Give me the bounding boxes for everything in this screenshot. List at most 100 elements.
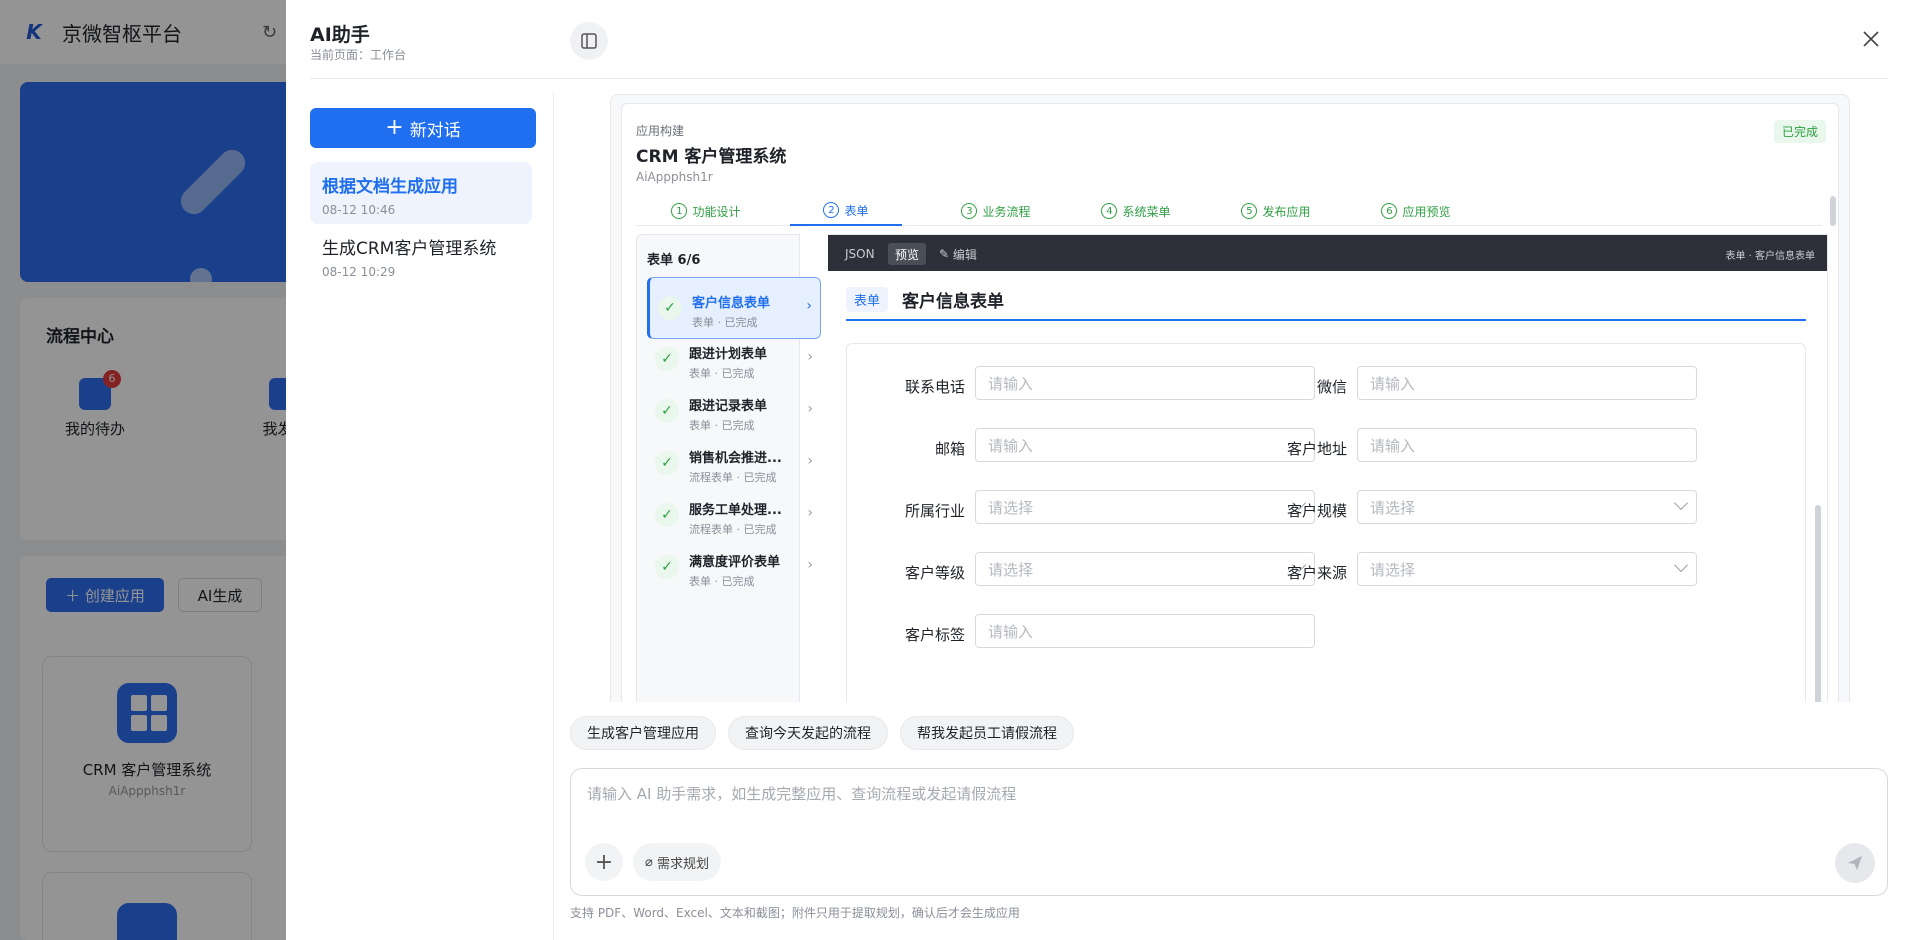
attach-button[interactable]: +	[585, 843, 623, 881]
composer-hint: 支持 PDF、Word、Excel、文本和截图；附件只用于提取规划，确认后才会生…	[570, 906, 1020, 920]
form-meta: 流程表单 · 已完成	[689, 523, 777, 536]
chevron-right-icon: ›	[806, 298, 812, 314]
form-preview-panel: JSON 预览 ✎ 编辑 表单 · 客户信息表单 表单 客户信息表单 联系电话 …	[828, 234, 1828, 702]
new-chat-button[interactable]: + 新对话	[310, 108, 536, 148]
tab-preview[interactable]: 预览	[888, 243, 927, 265]
form-list-item[interactable]: ✓ 满意度评价表单 表单 · 已完成 ›	[647, 537, 821, 599]
build-tag: 应用构建	[636, 124, 685, 138]
wechat-field[interactable]: 请输入	[1357, 366, 1697, 400]
sidebar-toggle-icon	[581, 33, 597, 49]
field-label: 联系电话	[904, 378, 965, 396]
step-label: 功能设计	[692, 204, 741, 219]
select-placeholder: 请选择	[988, 560, 1034, 579]
ai-assistant-drawer: AI助手 当前页面：工作台 + 新对话 根据文档生成应用 08-12 10:46…	[286, 0, 1912, 940]
drawer-subtitle: 当前页面：工作台	[310, 48, 407, 62]
forms-list: 表单 6/6 ✓ 客户信息表单 表单 · 已完成 › ✓ 跟进计划表单 表单 · 已完成 ›…	[636, 234, 821, 702]
prompt-input[interactable]	[587, 783, 1787, 813]
step-workflow[interactable]: 3 业务流程	[926, 196, 1066, 226]
step-number: 4	[1101, 203, 1118, 219]
form-name: 跟进记录表单	[689, 399, 768, 414]
chevron-down-icon	[1673, 495, 1689, 511]
send-button[interactable]	[1835, 843, 1875, 883]
field-label: 客户地址	[1286, 440, 1347, 458]
step-publish[interactable]: 5 发布应用	[1206, 196, 1346, 226]
conversation-time: 08-12 10:29	[322, 265, 396, 279]
send-icon	[1848, 856, 1862, 870]
plan-label: 需求规划	[656, 856, 709, 872]
address-field[interactable]: 请输入	[1357, 428, 1697, 462]
close-icon	[1863, 31, 1879, 47]
plus-icon: +	[594, 849, 614, 875]
form-header: 表单 客户信息表单	[846, 287, 1806, 321]
form-meta: 流程表单 · 已完成	[689, 471, 777, 484]
tab-edit-label: 编辑	[952, 247, 977, 262]
select-placeholder: 请选择	[1370, 498, 1416, 517]
form-type-label: 表单	[846, 287, 889, 312]
sidebar-toggle-button[interactable]	[570, 22, 608, 60]
app-build-card: 应用构建 CRM 客户管理系统 AiAppphsh1r 已完成 1 功能设计 2表…	[621, 103, 1839, 702]
chat-area[interactable]: 应用构建 CRM 客户管理系统 AiAppphsh1r 已完成 1 功能设计 2表…	[566, 92, 1888, 702]
chevron-down-icon	[1673, 557, 1689, 573]
form-meta: 表单 · 已完成	[692, 316, 758, 329]
form-name: 销售机会推进...	[689, 451, 782, 466]
check-icon: ✓	[655, 399, 679, 423]
suggestion-chip[interactable]: 生成客户管理应用	[570, 716, 716, 750]
forms-count: 表单 6/6	[647, 253, 701, 268]
suggestion-chip[interactable]: 查询今天发起的流程	[728, 716, 888, 750]
chevron-right-icon: ›	[807, 557, 813, 573]
step-preview[interactable]: 6 应用预览	[1346, 196, 1486, 226]
field-label: 邮箱	[934, 440, 965, 458]
conversation-item[interactable]: 根据文档生成应用 08-12 10:46	[310, 162, 532, 224]
step-number: 5	[1241, 203, 1258, 219]
step-label: 发布应用	[1262, 204, 1311, 219]
form-name: 服务工单处理...	[689, 503, 782, 518]
step-number: 3	[961, 203, 978, 219]
chevron-right-icon: ›	[807, 505, 813, 521]
suggestion-chip[interactable]: 帮我发起员工请假流程	[900, 716, 1074, 750]
step-label: 应用预览	[1402, 204, 1451, 219]
scrollbar[interactable]	[1815, 505, 1821, 702]
step-forms[interactable]: 2 表单	[790, 196, 902, 226]
step-label: 业务流程	[982, 204, 1031, 219]
chevron-right-icon: ›	[807, 349, 813, 365]
scrollbar[interactable]	[1830, 196, 1836, 226]
composer: + ⌀ 需求规划	[570, 768, 1888, 896]
source-select[interactable]: 请选择	[1357, 552, 1697, 586]
plus-icon: +	[385, 115, 404, 140]
step-number: 1	[671, 203, 688, 219]
status-badge: 已完成	[1773, 120, 1826, 143]
conversation-title: 生成CRM客户管理系统	[322, 239, 497, 259]
close-button[interactable]	[1858, 26, 1884, 52]
preview-breadcrumb: 表单 · 客户信息表单	[1725, 251, 1815, 262]
field-label: 客户规模	[1286, 502, 1347, 520]
tab-edit[interactable]: ✎ 编辑	[932, 243, 984, 265]
form-title: 客户信息表单	[902, 292, 1004, 312]
build-code: AiAppphsh1r	[636, 170, 713, 184]
field-label: 所属行业	[904, 502, 965, 520]
conversation-time: 08-12 10:46	[322, 203, 396, 217]
header-divider	[310, 78, 1888, 79]
build-title: CRM 客户管理系统	[636, 147, 787, 167]
tags-field[interactable]: 请输入	[975, 614, 1315, 648]
conversation-item[interactable]: 生成CRM客户管理系统 08-12 10:29	[310, 224, 532, 286]
step-label: 表单	[844, 203, 869, 218]
field-label: 客户标签	[904, 626, 965, 644]
form-meta: 表单 · 已完成	[689, 367, 755, 380]
field-label: 微信	[1316, 378, 1347, 396]
field-label: 客户来源	[1286, 564, 1347, 582]
form-name: 跟进计划表单	[689, 347, 768, 362]
form-name: 客户信息表单	[692, 296, 771, 311]
check-icon: ✓	[655, 347, 679, 371]
new-chat-label: 新对话	[409, 120, 461, 141]
tab-json[interactable]: JSON	[838, 243, 882, 265]
check-icon: ✓	[655, 555, 679, 579]
plan-button[interactable]: ⌀ 需求规划	[633, 843, 721, 881]
conversation-title: 根据文档生成应用	[322, 177, 458, 197]
step-number: 6	[1381, 203, 1398, 219]
edit-icon: ✎	[939, 247, 953, 261]
step-menu[interactable]: 4 系统菜单	[1066, 196, 1206, 226]
scale-select[interactable]: 请选择	[1357, 490, 1697, 524]
paperclip-icon: ⌀	[645, 854, 657, 870]
preview-toolbar: JSON 预览 ✎ 编辑 表单 · 客户信息表单	[828, 235, 1827, 271]
step-design[interactable]: 1 功能设计	[636, 196, 776, 226]
